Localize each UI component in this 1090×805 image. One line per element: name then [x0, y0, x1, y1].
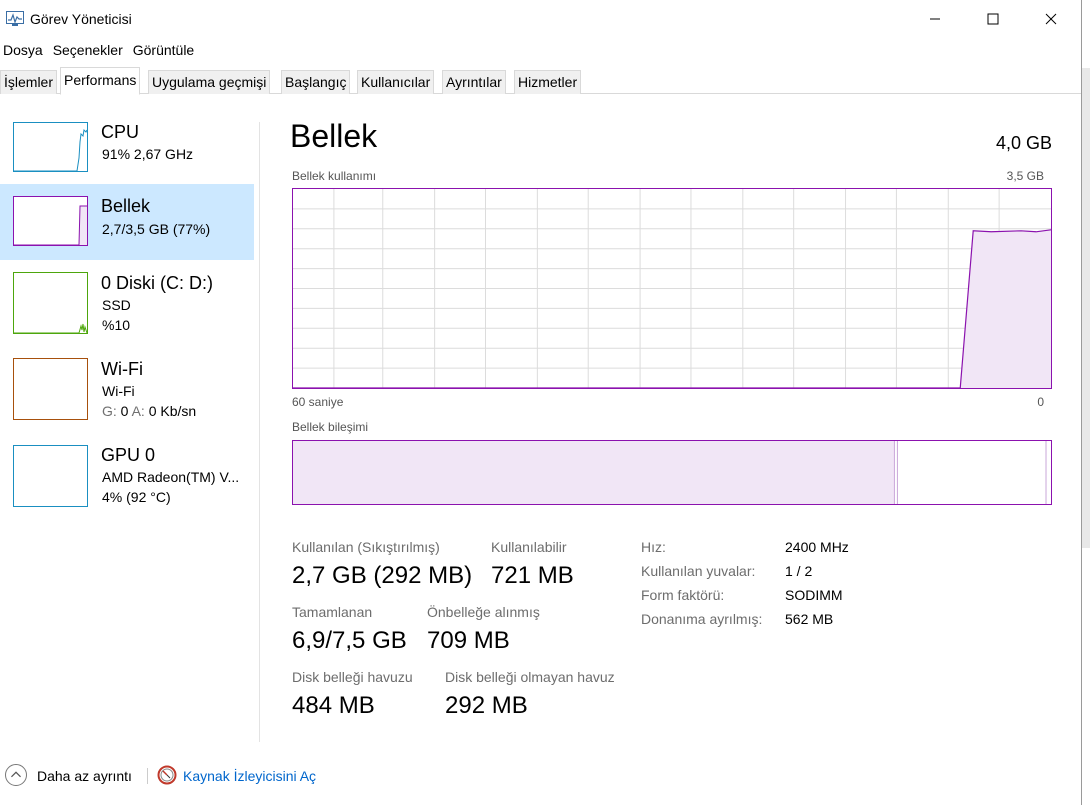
window-border-right	[1081, 0, 1082, 805]
cpu-label: CPU	[101, 122, 140, 142]
hardware-reserved-label: Donanıma ayrılmış:	[641, 611, 763, 627]
memory-thumbnail-graph	[13, 196, 88, 246]
tab-processes[interactable]: İşlemler	[0, 70, 58, 94]
committed-label: Tamamlanan	[292, 604, 373, 620]
wifi-label: Wi-Fi	[101, 359, 143, 379]
task-manager-app-icon	[6, 11, 24, 26]
close-icon	[1045, 13, 1057, 25]
wifi-throughput-text: G: 0 A: 0 Kb/sn	[102, 403, 196, 419]
chevron-up-circle-icon[interactable]	[5, 764, 27, 786]
form-factor-value: SODIMM	[785, 587, 843, 603]
fewer-details-button[interactable]: Daha az ayrıntı	[37, 768, 132, 784]
cpu-usage-text: 91% 2,67 GHz	[102, 146, 194, 162]
menu-options[interactable]: Seçenekler	[50, 40, 130, 62]
disk-type-text: SSD	[102, 297, 131, 313]
cpu-thumbnail-graph	[13, 122, 88, 172]
resource-item-gpu[interactable]: GPU 0 AMD Radeon(TM) V... 4% (92 °C)	[0, 440, 254, 516]
memory-usage-graph	[292, 188, 1052, 389]
memory-usage-area	[960, 229, 1051, 388]
resource-item-wifi[interactable]: Wi-Fi Wi-Fi G: 0 A: 0 Kb/sn	[0, 354, 254, 430]
menu-view[interactable]: Görüntüle	[130, 40, 201, 62]
hardware-reserved-value: 562 MB	[785, 611, 834, 627]
maximize-button[interactable]	[964, 0, 1022, 38]
memory-composition-label: Bellek bileşimi	[292, 420, 369, 434]
task-manager-window: Görev Yöneticisi Dosya Seçenekler Görünt…	[0, 0, 1082, 805]
tab-details[interactable]: Ayrıntılar	[442, 70, 506, 94]
composition-in-use	[293, 441, 895, 504]
gpu-thumbnail-graph	[13, 445, 88, 507]
tab-bar: İşlemler Performans Uygulama geçmişi Baş…	[0, 67, 1082, 95]
resource-item-disk[interactable]: 0 Diski (C: D:) SSD %10	[0, 268, 254, 344]
tab-startup[interactable]: Başlangıç	[281, 70, 351, 94]
wifi-send-value: 0	[120, 403, 129, 419]
title-bar[interactable]: Görev Yöneticisi	[0, 0, 1082, 38]
in-use-label: Kullanılan (Sıkıştırılmış)	[292, 539, 440, 555]
in-use-value: 2,7 GB (292 MB)	[292, 562, 473, 589]
maximize-icon	[987, 13, 999, 25]
edge-mid	[1082, 68, 1090, 548]
cached-label: Önbelleğe alınmış	[427, 604, 540, 620]
speed-value: 2400 MHz	[785, 539, 849, 555]
speed-label: Hız:	[641, 539, 666, 555]
slots-label: Kullanılan yuvalar:	[641, 563, 756, 579]
form-factor-label: Form faktörü:	[641, 587, 725, 603]
footer-separator	[147, 768, 148, 784]
committed-value: 6,9/7,5 GB	[292, 627, 407, 654]
available-label: Kullanılabilir	[491, 539, 567, 555]
time-axis-start: 60 saniye	[292, 395, 344, 409]
close-button[interactable]	[1022, 0, 1080, 38]
gpu-label: GPU 0	[101, 445, 156, 465]
background-window-edge	[1082, 0, 1090, 805]
available-value: 721 MB	[491, 562, 574, 589]
footer: Daha az ayrıntı Kaynak İzleyicisini Aç	[0, 760, 1082, 795]
edge-low	[1082, 548, 1090, 805]
memory-composition-bar	[292, 440, 1052, 505]
wifi-send-prefix: G:	[102, 403, 117, 419]
menu-file[interactable]: Dosya	[0, 40, 50, 62]
tab-users[interactable]: Kullanıcılar	[357, 70, 435, 94]
disk-thumbnail-graph	[13, 272, 88, 334]
wifi-receive-prefix: A:	[131, 403, 145, 419]
resource-monitor-icon	[157, 765, 177, 785]
minimize-icon	[930, 18, 940, 20]
minimize-button[interactable]	[906, 0, 964, 38]
slots-value: 1 / 2	[785, 563, 813, 579]
wifi-adapter-text: Wi-Fi	[102, 383, 135, 399]
disk-label: 0 Diski (C: D:)	[101, 273, 213, 293]
disk-usage-text: %10	[102, 317, 131, 333]
paged-pool-label: Disk belleği havuzu	[292, 669, 413, 685]
memory-usage-max: 3,5 GB	[1006, 169, 1044, 183]
page-title: Bellek	[290, 118, 378, 154]
nonpaged-pool-label: Disk belleği olmayan havuz	[445, 669, 615, 685]
time-axis-end: 0	[1037, 395, 1044, 409]
gpu-usage-text: 4% (92 °C)	[102, 489, 171, 505]
resource-item-cpu[interactable]: CPU 91% 2,67 GHz	[0, 108, 254, 184]
resource-item-memory[interactable]: Bellek 2,7/3,5 GB (77%)	[0, 184, 254, 260]
memory-usage-line	[293, 229, 1051, 388]
tab-services[interactable]: Hizmetler	[514, 70, 582, 94]
wifi-thumbnail-graph	[13, 358, 88, 420]
nonpaged-pool-value: 292 MB	[445, 692, 528, 719]
paged-pool-value: 484 MB	[292, 692, 375, 719]
open-resource-monitor-link[interactable]: Kaynak İzleyicisini Aç	[183, 768, 316, 784]
gpu-model-text: AMD Radeon(TM) V...	[102, 469, 240, 485]
cached-value: 709 MB	[427, 627, 510, 654]
memory-usage-label: Bellek kullanımı	[292, 169, 377, 183]
tab-app-history[interactable]: Uygulama geçmişi	[148, 70, 271, 94]
memory-usage-text: 2,7/3,5 GB (77%)	[102, 221, 211, 237]
tab-performance[interactable]: Performans	[60, 67, 141, 95]
wifi-receive-value: 0 Kb/sn	[148, 403, 197, 419]
total-memory: 4,0 GB	[995, 133, 1052, 153]
memory-label: Bellek	[101, 196, 151, 216]
edge-top	[1082, 0, 1090, 68]
window-title: Görev Yöneticisi	[30, 11, 132, 27]
panel-divider	[259, 122, 260, 742]
menu-bar: Dosya Seçenekler Görüntüle	[0, 40, 201, 62]
